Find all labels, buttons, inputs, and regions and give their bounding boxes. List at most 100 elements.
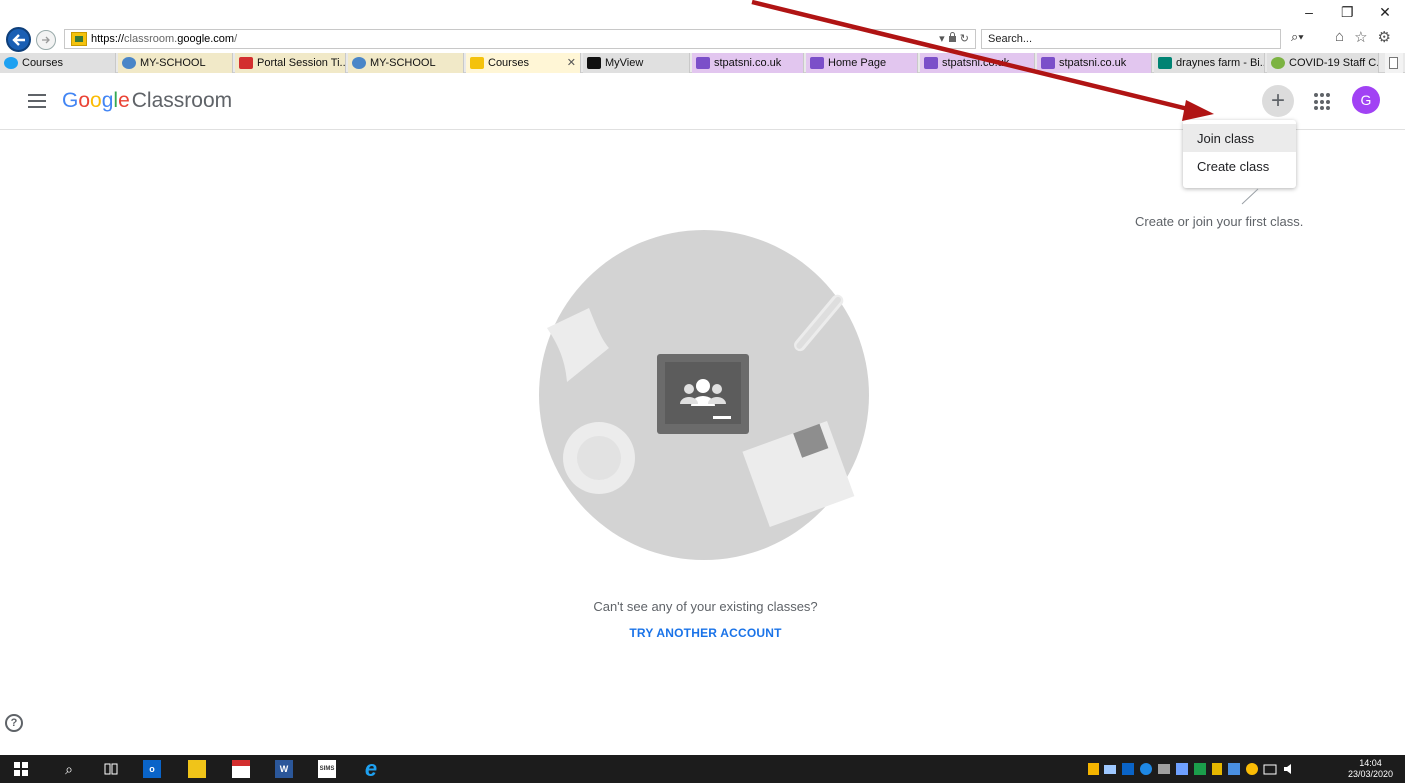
- tab-6[interactable]: MyView: [583, 53, 690, 73]
- try-another-account-link-row: TRY ANOTHER ACCOUNT: [0, 626, 1405, 640]
- create-class-menu-item[interactable]: Create class: [1183, 152, 1296, 180]
- home-icon[interactable]: ⌂: [1335, 28, 1344, 46]
- favorites-star-icon[interactable]: ☆: [1354, 28, 1367, 46]
- myschool-icon: [352, 57, 366, 69]
- tab-label: COVID-19 Staff C...: [1289, 57, 1379, 69]
- forward-button[interactable]: [36, 30, 56, 50]
- internet-explorer-icon[interactable]: e: [360, 756, 382, 781]
- tab-label: draynes farm - Bi...: [1176, 57, 1265, 69]
- url-field[interactable]: https://classroom. google.com / ▾ ↻: [64, 29, 976, 49]
- url-suffix: /: [234, 33, 238, 45]
- logo-letter: e: [118, 89, 130, 112]
- minimize-icon[interactable]: –: [1303, 4, 1315, 21]
- w-icon: [1041, 57, 1055, 69]
- tab-7[interactable]: stpatsni.co.uk: [692, 53, 804, 73]
- add-class-menu: Join class Create class: [1183, 120, 1296, 188]
- main-menu-icon[interactable]: [28, 94, 46, 108]
- clock-time: 14:04: [1359, 758, 1382, 768]
- back-button[interactable]: [6, 27, 31, 52]
- toolbar-icons: ⌂ ☆ ⚙: [1335, 28, 1391, 46]
- close-icon[interactable]: ✕: [1379, 4, 1391, 21]
- avatar[interactable]: G: [1352, 86, 1380, 114]
- tab-label: Courses: [22, 57, 63, 69]
- url-scheme: https://: [91, 33, 125, 45]
- logo-letter: o: [90, 89, 102, 112]
- tab-close-icon[interactable]: ✕: [567, 56, 576, 69]
- join-class-menu-item[interactable]: Join class: [1183, 124, 1296, 152]
- restore-icon[interactable]: ❐: [1341, 4, 1354, 21]
- tab-label: Courses: [488, 57, 529, 69]
- n-icon: [239, 57, 253, 69]
- tab-label: MY-SCHOOL: [140, 57, 206, 69]
- pdf-reader-icon[interactable]: [232, 760, 250, 778]
- taskbar-search-icon[interactable]: ⌕: [60, 760, 78, 778]
- w-icon: [810, 57, 824, 69]
- tab-5[interactable]: Courses ✕: [466, 53, 581, 73]
- logo-letter: o: [78, 89, 91, 112]
- browser-search-input[interactable]: Search...: [981, 29, 1281, 49]
- file-explorer-icon[interactable]: [188, 760, 206, 778]
- tab-label: Portal Session Ti...: [257, 57, 346, 69]
- tab-10[interactable]: stpatsni.co.uk: [1037, 53, 1152, 73]
- back-arrow-icon: [11, 33, 25, 46]
- outlook-icon[interactable]: o: [143, 760, 161, 778]
- tab-12[interactable]: COVID-19 Staff C...: [1267, 53, 1379, 73]
- tab-label: MY-SCHOOL: [370, 57, 436, 69]
- address-tools: ▾ ↻: [939, 32, 969, 45]
- tab-2[interactable]: MY-SCHOOL: [118, 53, 233, 73]
- settings-gear-icon[interactable]: ⚙: [1378, 28, 1391, 46]
- new-tab-icon: [1389, 57, 1398, 69]
- empty-state-hint: Create or join your first class.: [1135, 214, 1304, 229]
- windows-taskbar: ⌕ o W SIMS e 14:04 23/03/2020: [0, 755, 1405, 783]
- tab-strip: Courses MY-SCHOOL Portal Session Ti... MY-S…: [0, 53, 1405, 73]
- address-bar-row: https://classroom. google.com / ▾ ↻ Search…: [0, 25, 1405, 52]
- url-host: google.com: [177, 33, 235, 45]
- no-classes-text: Can't see any of your existing classes?: [593, 599, 818, 614]
- try-another-account-link[interactable]: TRY ANOTHER ACCOUNT: [629, 626, 781, 640]
- logo-letter: G: [62, 89, 79, 112]
- new-tab-button[interactable]: [1385, 53, 1403, 73]
- add-class-button[interactable]: +: [1262, 85, 1294, 117]
- tab-label: MyView: [605, 57, 644, 69]
- taskbar-clock[interactable]: 14:04 23/03/2020: [1348, 758, 1393, 780]
- refresh-icon[interactable]: ↻: [960, 33, 969, 45]
- covid-icon: [1271, 57, 1285, 69]
- tab-1[interactable]: Courses: [0, 53, 116, 73]
- tab-label: Home Page: [828, 57, 887, 69]
- google-classroom-logo[interactable]: Go o g l e Classroom: [62, 89, 232, 113]
- forward-arrow-icon: [42, 36, 50, 44]
- logo-letter: g: [101, 89, 114, 112]
- no-classes-message: Can't see any of your existing classes?: [0, 599, 1405, 614]
- myschool-icon: [122, 57, 136, 69]
- myview-icon: [587, 57, 601, 69]
- screen: – ❐ ✕ https://classroom. google.com / ▾ ↻ …: [0, 0, 1405, 783]
- ie-icon: [4, 57, 18, 69]
- word-icon[interactable]: W: [275, 760, 293, 778]
- classroom-favicon-icon: [71, 32, 87, 46]
- google-apps-icon[interactable]: [1314, 93, 1332, 111]
- bing-icon: [1158, 57, 1172, 69]
- system-tray-icons[interactable]: [1088, 762, 1318, 776]
- sims-icon[interactable]: SIMS: [318, 760, 336, 778]
- clock-date: 23/03/2020: [1347, 769, 1393, 779]
- task-view-icon[interactable]: [102, 760, 120, 778]
- w-icon: [924, 57, 938, 69]
- tab-label: stpatsni.co.uk: [942, 57, 1010, 69]
- url-prefix: classroom.: [124, 33, 178, 45]
- search-icon[interactable]: ⌕▾: [1291, 29, 1304, 45]
- hint-pointer-line: [1241, 188, 1259, 205]
- classroom-icon: [470, 57, 484, 69]
- lock-icon: [948, 32, 956, 42]
- tab-4[interactable]: MY-SCHOOL: [348, 53, 464, 73]
- dropdown-icon[interactable]: ▾: [939, 33, 945, 45]
- tab-9[interactable]: stpatsni.co.uk: [920, 53, 1035, 73]
- tab-8[interactable]: Home Page: [806, 53, 918, 73]
- tab-label: stpatsni.co.uk: [1059, 57, 1127, 69]
- tab-3[interactable]: Portal Session Ti...: [235, 53, 346, 73]
- tab-11[interactable]: draynes farm - Bi...: [1154, 53, 1265, 73]
- tab-label: stpatsni.co.uk: [714, 57, 782, 69]
- help-icon[interactable]: ?: [5, 714, 23, 732]
- window-controls: – ❐ ✕: [1303, 4, 1391, 21]
- w-icon: [696, 57, 710, 69]
- windows-start-icon[interactable]: [12, 760, 30, 778]
